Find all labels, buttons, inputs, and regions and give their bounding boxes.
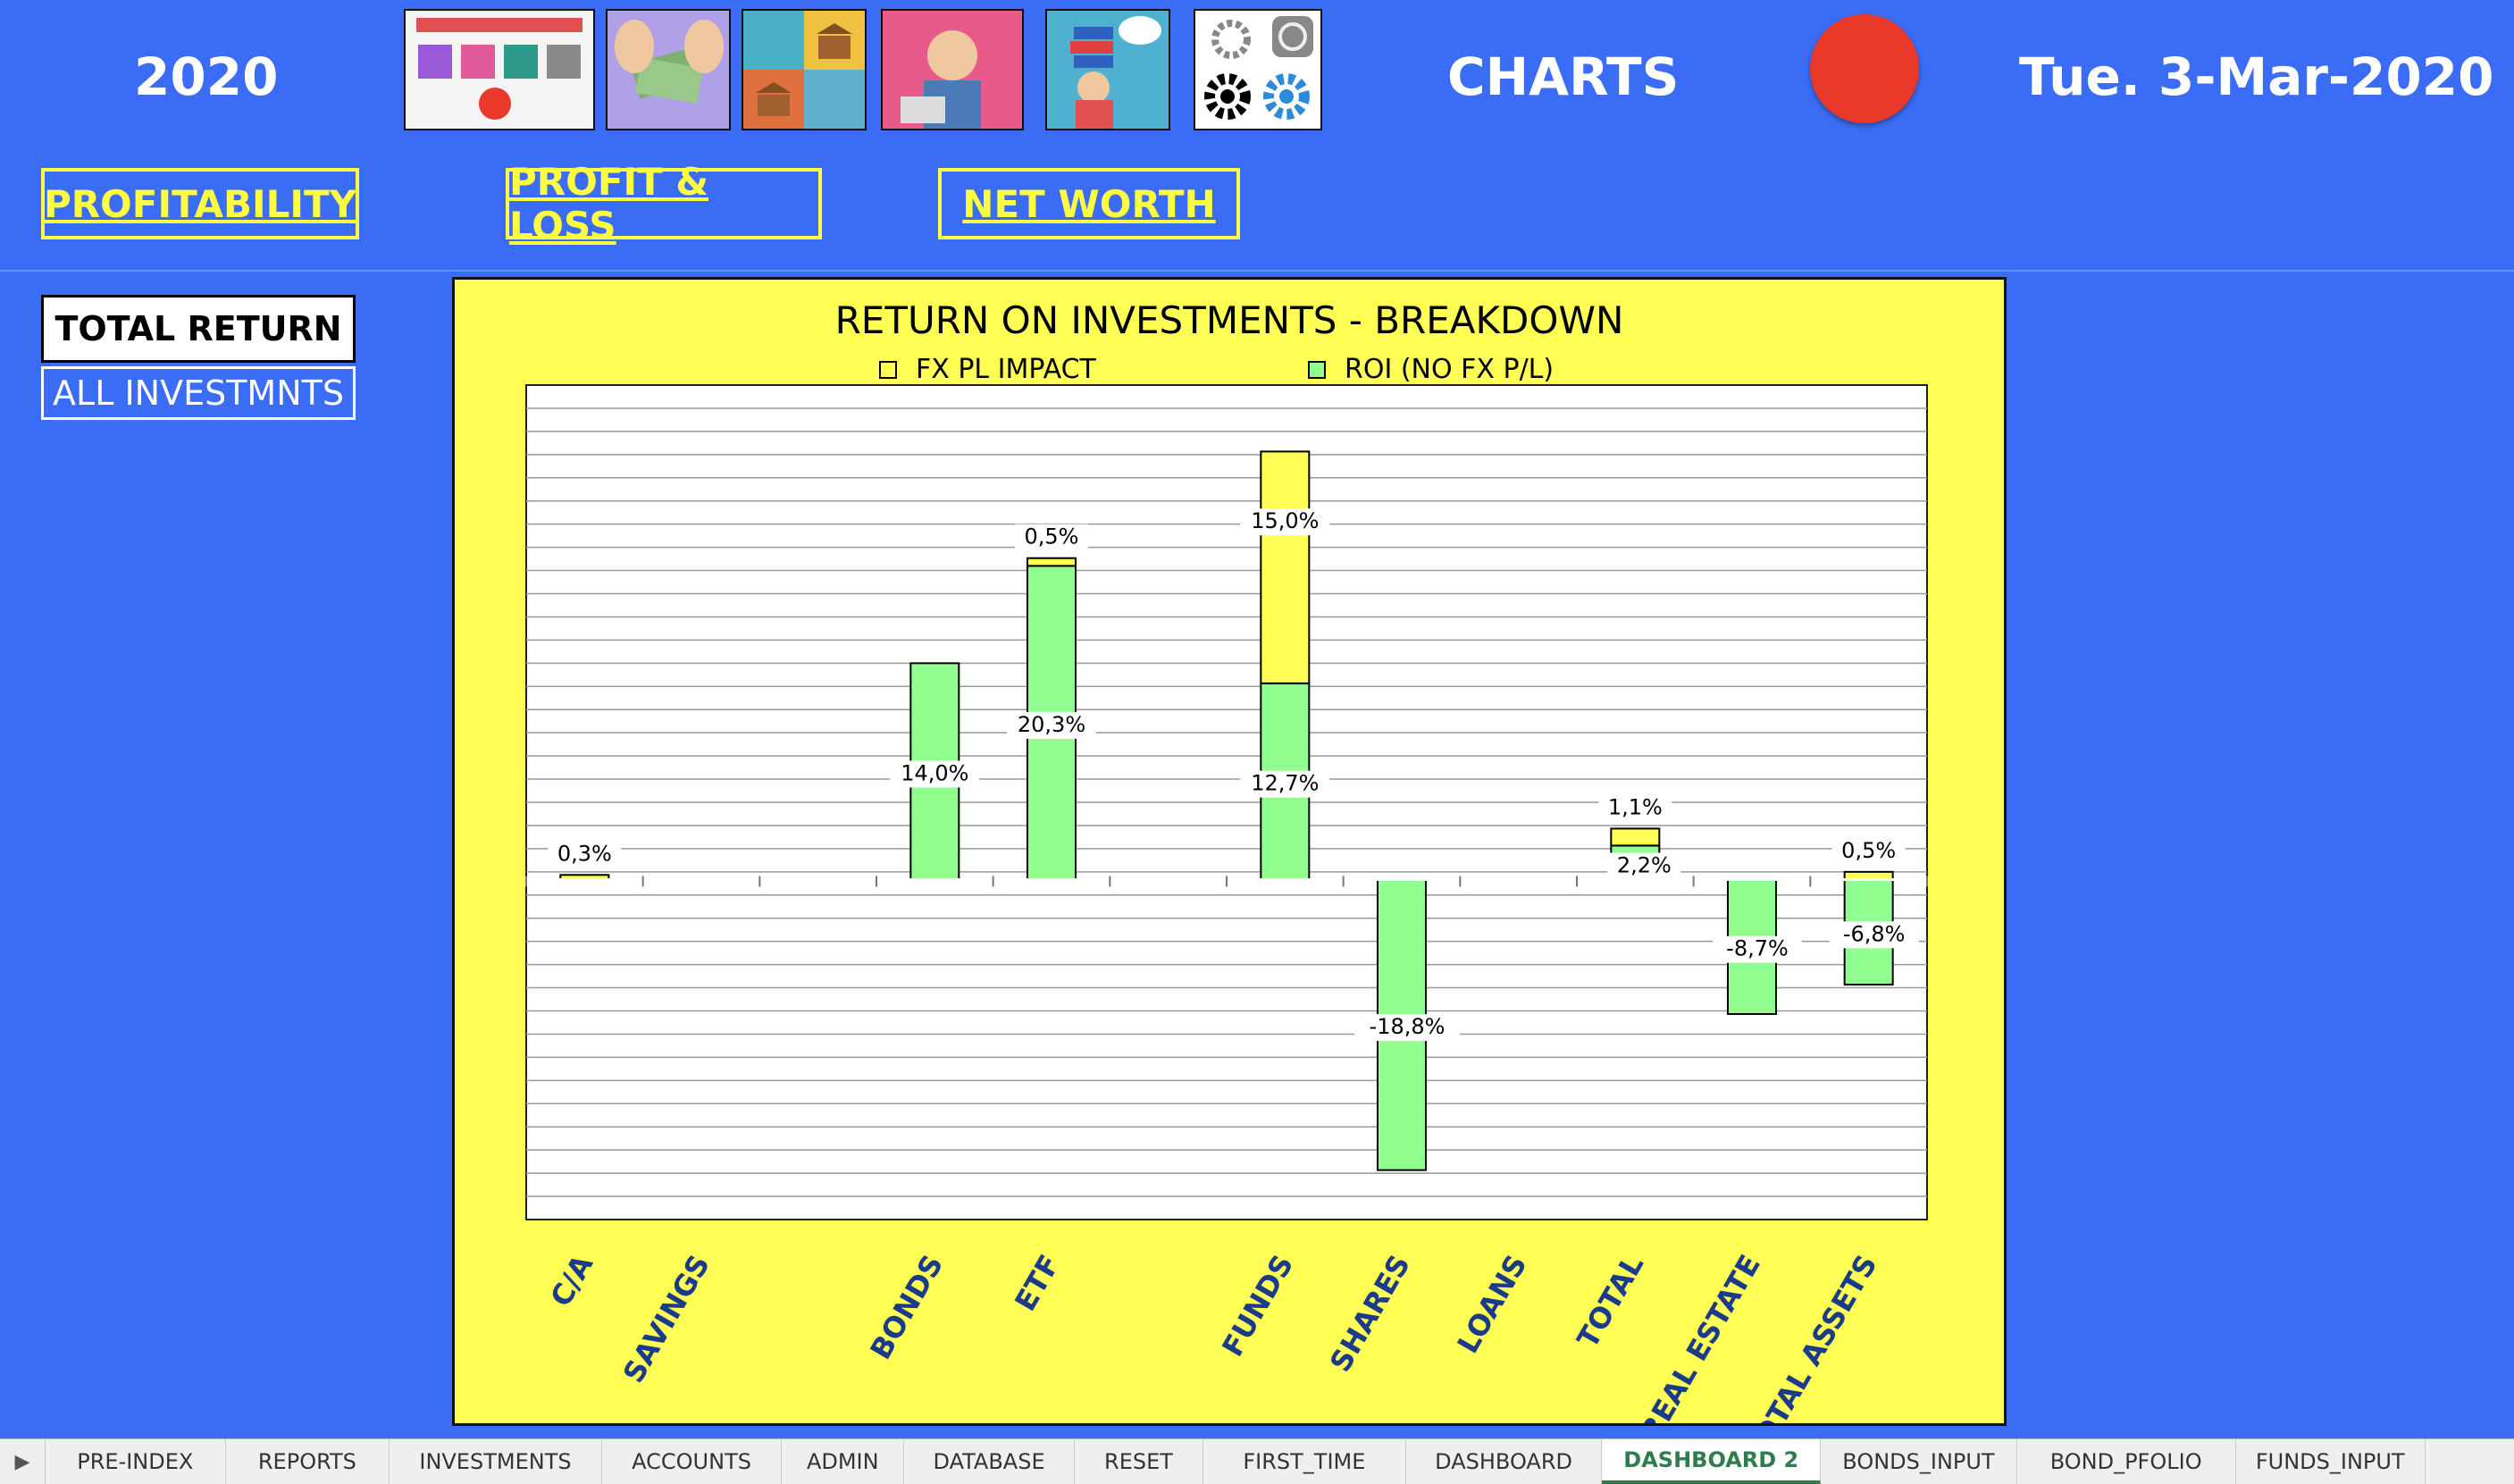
data-label: 1,1% bbox=[1608, 794, 1663, 819]
category-label: C/A bbox=[543, 1249, 599, 1312]
chart-title: RETURN ON INVESTMENTS - BREAKDOWN bbox=[835, 298, 1624, 342]
data-label: 2,2% bbox=[1617, 852, 1672, 877]
category-label: SHARES bbox=[1323, 1249, 1417, 1378]
tab-investments[interactable]: INVESTMENTS bbox=[390, 1439, 602, 1484]
data-label: 20,3% bbox=[1018, 712, 1085, 737]
data-label: 0,3% bbox=[557, 841, 612, 866]
legend-label: ROI (NO FX P/L) bbox=[1345, 354, 1554, 385]
stress-icon[interactable] bbox=[881, 9, 1024, 130]
banking-icon[interactable] bbox=[742, 9, 867, 130]
bar-fx bbox=[1027, 557, 1077, 567]
money-icon[interactable] bbox=[606, 9, 731, 130]
tab-reports[interactable]: REPORTS bbox=[226, 1439, 390, 1484]
dashboard-icon[interactable] bbox=[404, 9, 595, 130]
roi-chart-svg: RETURN ON INVESTMENTS - BREAKDOWN FX PL … bbox=[525, 298, 1928, 1468]
category-label: ETF bbox=[1008, 1249, 1067, 1317]
net-worth-button[interactable]: NET WORTH bbox=[938, 168, 1240, 239]
tab-first-time[interactable]: FIRST_TIME bbox=[1203, 1439, 1406, 1484]
data-label: -8,7% bbox=[1726, 936, 1789, 961]
data-label: -6,8% bbox=[1843, 921, 1906, 946]
data-label: 15,0% bbox=[1251, 508, 1319, 533]
category-label: FUNDS bbox=[1215, 1249, 1300, 1362]
category-label: REAL ESTATE bbox=[1634, 1249, 1767, 1423]
sheet-tab-bar: ▶ PRE-INDEX REPORTS INVESTMENTS ACCOUNTS ADM… bbox=[0, 1438, 2514, 1484]
data-label: -18,8% bbox=[1370, 1014, 1446, 1039]
tab-dashboard[interactable]: DASHBOARD bbox=[1406, 1439, 1603, 1484]
tab-accounts[interactable]: ACCOUNTS bbox=[602, 1439, 783, 1484]
tab-dashboard-2[interactable]: DASHBOARD 2 bbox=[1602, 1439, 1822, 1484]
category-label: LOANS bbox=[1451, 1249, 1534, 1359]
tab-funds-input[interactable]: FUNDS_INPUT bbox=[2236, 1439, 2426, 1484]
data-label: 12,7% bbox=[1251, 771, 1319, 796]
category-label: SAVINGS bbox=[616, 1249, 716, 1388]
data-label: 0,5% bbox=[1025, 524, 1079, 549]
header-divider bbox=[0, 270, 2514, 272]
category-label: BONDS bbox=[863, 1249, 950, 1365]
data-label: 0,5% bbox=[1841, 838, 1896, 863]
legend-label: FX PL IMPACT bbox=[916, 354, 1097, 385]
profit-loss-button[interactable]: PROFIT & LOSS bbox=[506, 160, 822, 247]
category-label: TOTAL bbox=[1571, 1249, 1651, 1354]
bar-fx bbox=[1610, 827, 1661, 847]
section-title: CHARTS bbox=[1447, 46, 1680, 107]
tab-database[interactable]: DATABASE bbox=[904, 1439, 1075, 1484]
profitability-button[interactable]: PROFITABILITY bbox=[41, 168, 359, 239]
tab-bond-pfolio[interactable]: BOND_PFOLIO bbox=[2017, 1439, 2236, 1484]
documents-icon[interactable] bbox=[1045, 9, 1170, 130]
legend-swatch bbox=[1308, 361, 1326, 379]
tab-reset[interactable]: RESET bbox=[1075, 1439, 1203, 1484]
tab-scroll-icon[interactable]: ▶ bbox=[0, 1439, 46, 1484]
settings-icon[interactable] bbox=[1194, 9, 1322, 130]
tab-pre-index[interactable]: PRE-INDEX bbox=[46, 1439, 226, 1484]
legend-swatch bbox=[879, 361, 897, 379]
status-indicator[interactable] bbox=[1810, 14, 1919, 123]
tab-bonds-input[interactable]: BONDS_INPUT bbox=[1821, 1439, 2017, 1484]
bar-fx bbox=[1260, 450, 1311, 684]
chart-legend: FX PL IMPACT ROI (NO FX P/L) bbox=[879, 354, 1554, 385]
tab-admin[interactable]: ADMIN bbox=[782, 1439, 905, 1484]
data-label: 14,0% bbox=[901, 760, 968, 785]
all-investments-button[interactable]: ALL INVESTMNTS bbox=[41, 366, 356, 420]
category-labels: C/A SAVINGS BONDS ETF FUNDS SHARES LOANS TOTALR… bbox=[543, 1249, 1883, 1468]
year-label: 2020 bbox=[134, 46, 279, 107]
current-date: Tue. 3-Mar-2020 bbox=[2019, 46, 2494, 107]
total-return-button[interactable]: TOTAL RETURN bbox=[41, 295, 356, 363]
roi-chart: RETURN ON INVESTMENTS - BREAKDOWN FX PL … bbox=[452, 277, 2007, 1468]
